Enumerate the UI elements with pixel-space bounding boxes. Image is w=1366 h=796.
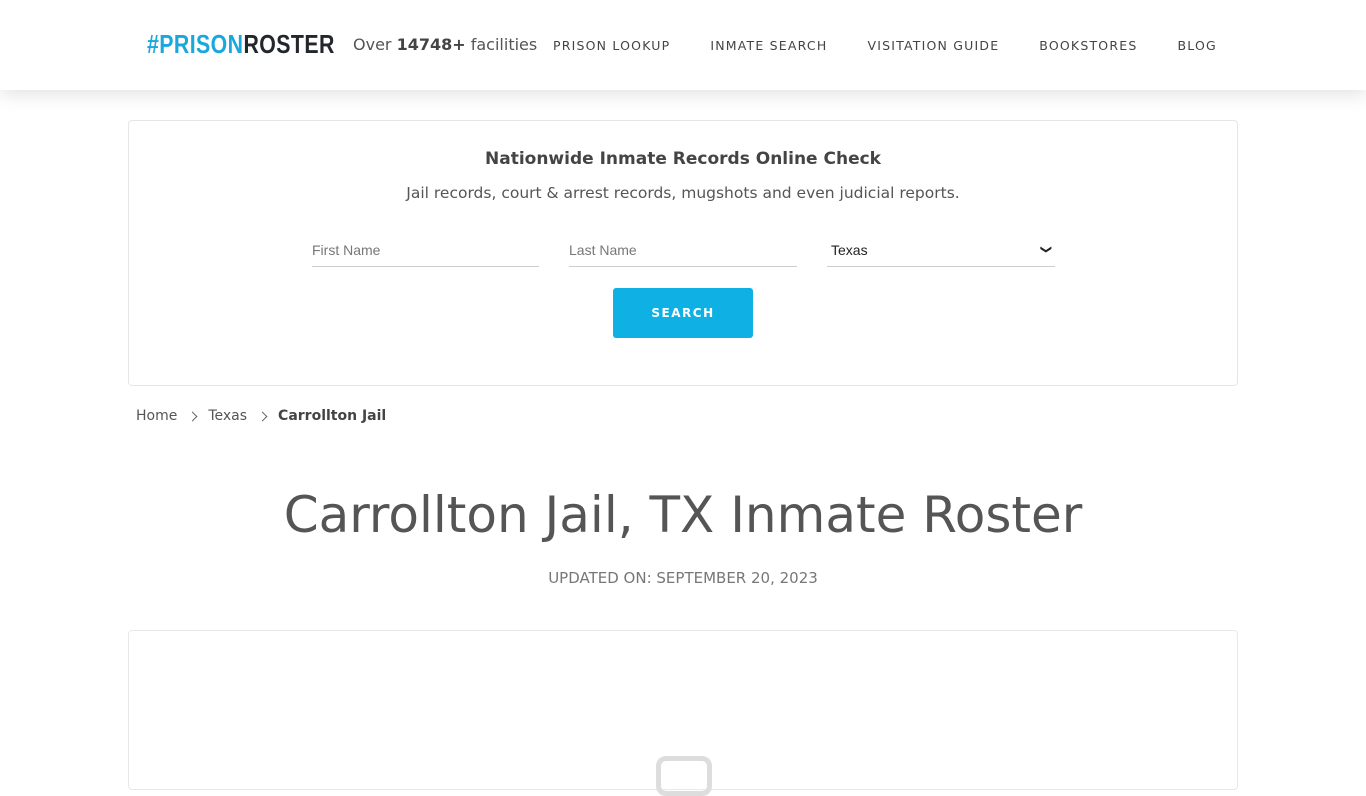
chevron-right-icon: [257, 411, 268, 421]
last-name-field-wrapper: [569, 233, 797, 267]
chevron-down-icon: ❯: [1039, 244, 1052, 255]
nav-visitation-guide[interactable]: VISITATION GUIDE: [867, 38, 999, 53]
image-placeholder-icon: [656, 756, 712, 796]
search-card-title: Nationwide Inmate Records Online Check: [485, 149, 881, 169]
nav-blog[interactable]: BLOG: [1177, 38, 1216, 53]
site-logo[interactable]: #PRISONROSTER: [147, 29, 335, 60]
facilities-count-text: Over 14748+ facilities: [353, 35, 538, 54]
nav-bookstores[interactable]: BOOKSTORES: [1039, 38, 1137, 53]
breadcrumb-current: Carrollton Jail: [278, 408, 387, 424]
breadcrumb: Home Texas Carrollton Jail: [136, 408, 386, 424]
logo-roster: ROSTER: [243, 29, 335, 59]
breadcrumb-texas[interactable]: Texas: [208, 408, 247, 424]
last-name-input[interactable]: [569, 233, 797, 266]
first-name-field-wrapper: [312, 233, 539, 267]
nav-inmate-search[interactable]: INMATE SEARCH: [710, 38, 827, 53]
state-select-value: Texas: [831, 241, 868, 258]
nav-prison-lookup[interactable]: PRISON LOOKUP: [553, 38, 670, 53]
facilities-count: 14748+: [396, 35, 466, 54]
updated-date: UPDATED ON: SEPTEMBER 20, 2023: [548, 569, 818, 587]
page-title: Carrollton Jail, TX Inmate Roster: [283, 486, 1083, 544]
first-name-input[interactable]: [312, 233, 539, 266]
search-button[interactable]: SEARCH: [613, 288, 753, 338]
logo-prison: PRISON: [159, 29, 244, 59]
inmate-search-card: Nationwide Inmate Records Online Check J…: [128, 120, 1238, 386]
main-nav: PRISON LOOKUP INMATE SEARCH VISITATION G…: [553, 38, 1217, 53]
search-card-subtitle: Jail records, court & arrest records, mu…: [406, 184, 960, 202]
breadcrumb-home[interactable]: Home: [136, 408, 177, 424]
chevron-right-icon: [187, 411, 198, 421]
state-select[interactable]: Texas ❯: [827, 233, 1055, 267]
logo-hash: #: [147, 29, 160, 59]
site-header: #PRISONROSTER Over 14748+ facilities PRI…: [0, 0, 1366, 90]
content-card: [128, 630, 1238, 796]
